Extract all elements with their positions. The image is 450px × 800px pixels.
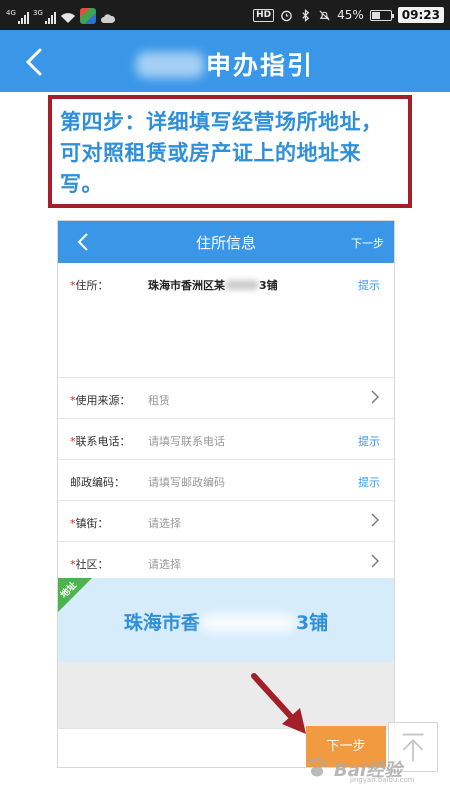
redacted-title-prefix bbox=[135, 52, 204, 78]
baidu-watermark: Bai经验 jingyan.baidu.com bbox=[300, 752, 450, 786]
address-value[interactable]: 珠海市香洲区某 3铺 bbox=[148, 277, 278, 293]
bluetooth-icon bbox=[302, 8, 310, 22]
page-title-text: 申办指引 bbox=[205, 51, 314, 80]
usage-source-label: *使用来源： bbox=[70, 394, 131, 407]
cellular-signal-2-icon: 3G bbox=[33, 9, 56, 24]
town-label: *镇街： bbox=[70, 517, 109, 530]
town-select[interactable]: 请选择 bbox=[148, 515, 181, 531]
mute-icon bbox=[319, 9, 330, 21]
community-row[interactable]: *社区： 请选择 bbox=[58, 542, 394, 578]
battery-percent: 45% bbox=[337, 8, 364, 22]
battery-icon bbox=[369, 9, 394, 21]
step-line-2: 可对照租赁或房产证上的地址来 bbox=[60, 141, 361, 165]
alarm-icon bbox=[281, 10, 292, 21]
phone-input[interactable]: 请填写联系电话 bbox=[148, 433, 225, 449]
page-title: 申办指引 bbox=[0, 46, 450, 82]
postcode-label: 邮政编码： bbox=[70, 476, 125, 489]
postcode-row[interactable]: 邮政编码： 请填写邮政编码 提示 bbox=[58, 460, 394, 501]
red-arrow-annotation bbox=[251, 673, 306, 734]
address-form-screenshot: 住所信息 下一步 *住所： 珠海市香洲区某 3铺 提示 *使用来源： 租赁 *联系… bbox=[57, 220, 395, 768]
form-empty-area bbox=[58, 662, 394, 728]
phone-label: *联系电话： bbox=[70, 435, 131, 448]
clock: 09:23 bbox=[397, 7, 444, 23]
usage-source-value: 租赁 bbox=[148, 394, 170, 407]
hd-voice-icon: HD bbox=[253, 8, 275, 22]
address-preview-text: 珠海市香 3铺 bbox=[123, 612, 329, 634]
form-header: 住所信息 下一步 bbox=[58, 221, 394, 263]
step-instruction-box: 第四步：详细填写经营场所地址， 可对照租赁或房产证上的地址来 写。 bbox=[48, 95, 412, 208]
step-line-3: 写。 bbox=[60, 172, 103, 196]
community-label: *社区： bbox=[70, 558, 109, 571]
phone-hint-link[interactable]: 提示 bbox=[358, 433, 380, 449]
baidu-paw-logo-icon bbox=[309, 756, 327, 777]
address-hint-link[interactable]: 提示 bbox=[358, 277, 380, 293]
phone-row[interactable]: *联系电话： 请填写联系电话 提示 bbox=[58, 419, 394, 460]
address-preview: 地址 珠海市香 3铺 bbox=[58, 578, 394, 662]
town-row[interactable]: *镇街： 请选择 bbox=[58, 501, 394, 542]
watermark-url: jingyan.baidu.com bbox=[350, 776, 415, 784]
step-line-1: 第四步：详细填写经营场所地址， bbox=[60, 110, 383, 134]
usage-source-row[interactable]: *使用来源： 租赁 bbox=[58, 378, 394, 419]
chevron-right-icon bbox=[371, 390, 379, 404]
header-next-button[interactable]: 下一步 bbox=[351, 235, 384, 251]
postcode-input[interactable]: 请填写邮政编码 bbox=[148, 474, 225, 490]
form-title: 住所信息 bbox=[195, 234, 256, 252]
chevron-right-icon bbox=[371, 554, 379, 568]
address-label: *住所： bbox=[70, 279, 109, 292]
cloud-icon bbox=[101, 14, 116, 23]
title-bar: 申办指引 bbox=[0, 30, 450, 92]
wifi-icon bbox=[61, 13, 75, 23]
chevron-right-icon bbox=[371, 513, 379, 527]
network-type-2-label: 3G bbox=[33, 9, 43, 17]
app-notification-icon bbox=[80, 8, 96, 24]
cellular-signal-icon: 4G bbox=[6, 9, 29, 24]
address-row[interactable]: *住所： 珠海市香洲区某 3铺 提示 bbox=[58, 263, 394, 378]
network-type-label: 4G bbox=[6, 9, 16, 17]
status-bar: 4G 3G HD 45% 09:23 bbox=[0, 0, 450, 30]
postcode-hint-link[interactable]: 提示 bbox=[358, 474, 380, 490]
community-select[interactable]: 请选择 bbox=[148, 556, 181, 572]
